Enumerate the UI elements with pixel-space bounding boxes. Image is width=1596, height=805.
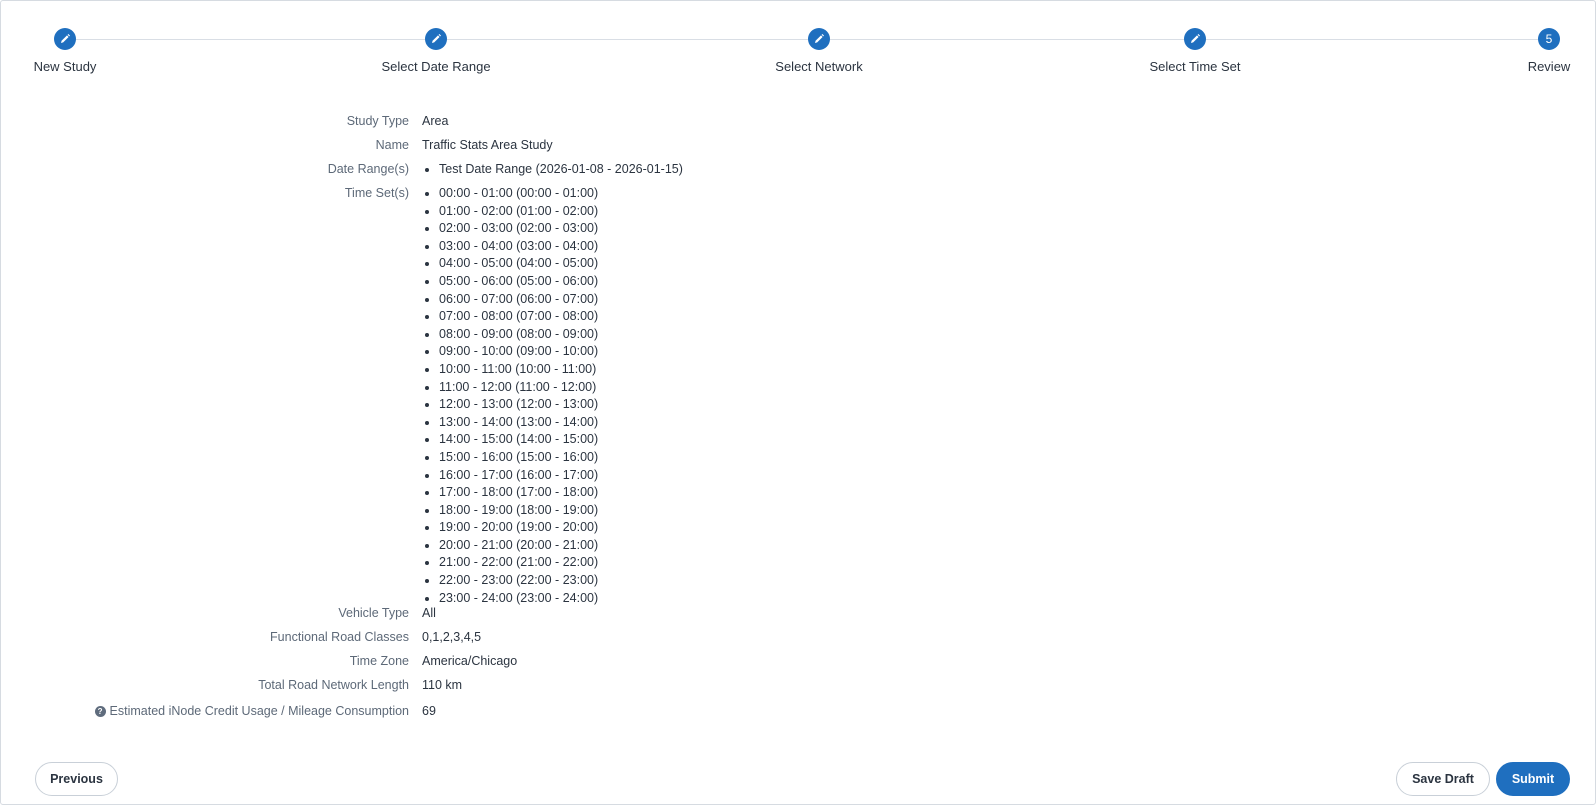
summary-row-estimated-credit-usage: ? Estimated iNode Credit Usage / Mileage … [0,698,1596,722]
step-circle[interactable] [808,28,830,50]
step-review: 5 Review [1469,28,1596,74]
summary-row-time-zone: Time Zone America/Chicago [0,650,1596,674]
list-item: 00:00 - 01:00 (00:00 - 01:00) [439,185,598,203]
list-item: 20:00 - 21:00 (20:00 - 21:00) [439,537,598,555]
step-label: New Study [33,59,97,74]
list-item: 12:00 - 13:00 (12:00 - 13:00) [439,396,598,414]
submit-button[interactable]: Submit [1496,762,1570,796]
help-icon[interactable]: ? [94,706,106,717]
field-label: Name [375,138,409,152]
list-item: 09:00 - 10:00 (09:00 - 10:00) [439,343,598,361]
list-item: 22:00 - 23:00 (22:00 - 23:00) [439,572,598,590]
summary-row-study-type: Study Type Area [0,110,1596,134]
pencil-icon [432,34,441,43]
summary-row-date-ranges: Date Range(s) Test Date Range (2026-01-0… [0,158,1596,182]
list-item: 16:00 - 17:00 (16:00 - 17:00) [439,467,598,485]
step-circle[interactable] [425,28,447,50]
field-value: America/Chicago [422,654,518,668]
pencil-icon [815,34,824,43]
step-select-date-range[interactable]: Select Date Range [356,28,516,74]
list-item: Test Date Range (2026-01-08 - 2026-01-15… [439,161,683,179]
step-select-network[interactable]: Select Network [739,28,899,74]
list-item: 08:00 - 09:00 (08:00 - 09:00) [439,326,598,344]
field-label: Vehicle Type [338,606,409,620]
field-label: Date Range(s) [327,162,409,176]
step-select-time-set[interactable]: Select Time Set [1115,28,1275,74]
list-item: 14:00 - 15:00 (14:00 - 15:00) [439,431,598,449]
field-value: All [422,606,436,620]
summary-row-total-road-network-length: Total Road Network Length 110 km [0,674,1596,698]
field-label: Functional Road Classes [270,630,409,644]
summary-row-time-sets: Time Set(s) 00:00 - 01:00 (00:00 - 01:00… [0,182,1596,605]
list-item: 03:00 - 04:00 (03:00 - 04:00) [439,238,598,256]
list-item: 15:00 - 16:00 (15:00 - 16:00) [439,449,598,467]
field-label: ? Estimated iNode Credit Usage / Mileage … [0,700,409,720]
list-item: 01:00 - 02:00 (01:00 - 02:00) [439,203,598,221]
field-value: 110 km [422,678,463,692]
list-item: 17:00 - 18:00 (17:00 - 18:00) [439,484,598,502]
field-value: 0,1,2,3,4,5 [422,630,482,644]
field-label-text: Estimated iNode Credit Usage / Mileage C… [109,704,409,718]
list-item: 21:00 - 22:00 (21:00 - 22:00) [439,554,598,572]
step-label: Select Time Set [1149,59,1241,74]
list-item: 05:00 - 06:00 (05:00 - 06:00) [439,273,598,291]
step-label: Select Date Range [381,59,491,74]
list-item: 07:00 - 08:00 (07:00 - 08:00) [439,308,598,326]
field-label: Time Zone [349,654,409,668]
field-label: Total Road Network Length [258,678,409,692]
list-item: 18:00 - 19:00 (18:00 - 19:00) [439,502,598,520]
review-summary: Study Type Area Name Traffic Stats Area … [0,110,1596,722]
summary-row-functional-road-classes: Functional Road Classes 0,1,2,3,4,5 [0,626,1596,650]
list-item: 02:00 - 03:00 (02:00 - 03:00) [439,220,598,238]
step-label: Select Network [775,59,863,74]
list-item: 11:00 - 12:00 (11:00 - 12:00) [439,379,598,397]
field-value: 69 [422,704,436,718]
step-circle[interactable] [1184,28,1206,50]
step-label: Review [1527,59,1571,74]
wizard-stepper: New Study Select Date Range Select Netwo… [0,0,1596,90]
list-item: 10:00 - 11:00 (10:00 - 11:00) [439,361,598,379]
pencil-icon [1191,34,1200,43]
save-draft-button[interactable]: Save Draft [1396,762,1490,796]
list-item: 13:00 - 14:00 (13:00 - 14:00) [439,414,598,432]
pencil-icon [61,34,70,43]
field-value: Traffic Stats Area Study [422,138,553,152]
list-item: 06:00 - 07:00 (06:00 - 07:00) [439,291,598,309]
list-item: 19:00 - 20:00 (19:00 - 20:00) [439,519,598,537]
step-circle[interactable] [54,28,76,50]
step-number-badge: 5 [1538,28,1560,50]
field-value: Area [422,114,449,128]
time-set-list: 00:00 - 01:00 (00:00 - 01:00)01:00 - 02:… [422,185,598,607]
step-new-study[interactable]: New Study [0,28,145,74]
field-label: Study Type [346,114,409,128]
previous-button[interactable]: Previous [35,762,118,796]
list-item: 04:00 - 05:00 (04:00 - 05:00) [439,255,598,273]
summary-row-vehicle-type: Vehicle Type All [0,602,1596,626]
field-label: Time Set(s) [344,186,409,200]
field-value: 00:00 - 01:00 (00:00 - 01:00)01:00 - 02:… [422,182,598,607]
field-value: Test Date Range (2026-01-08 - 2026-01-15… [422,158,683,179]
date-range-list: Test Date Range (2026-01-08 - 2026-01-15… [422,161,683,179]
summary-row-name: Name Traffic Stats Area Study [0,134,1596,158]
